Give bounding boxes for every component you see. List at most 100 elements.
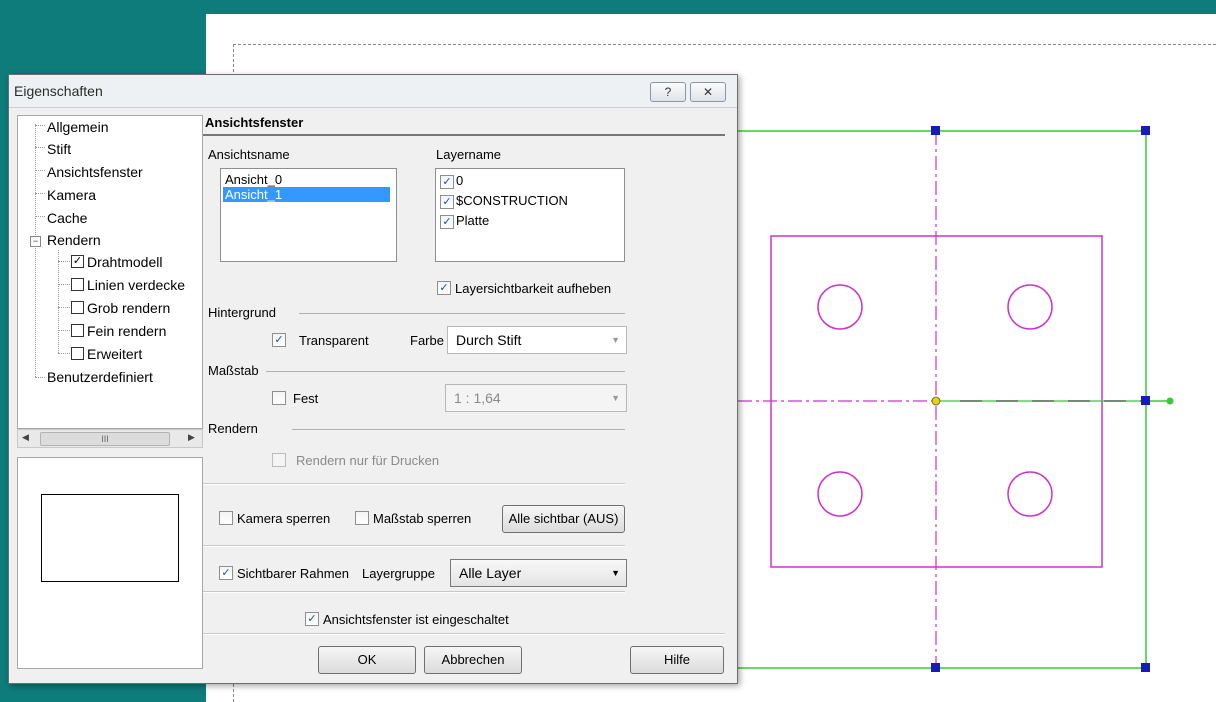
help-icon[interactable]: ? — [650, 82, 686, 102]
grip-handle[interactable] — [1141, 663, 1150, 672]
tree-guide — [35, 125, 45, 126]
section-divider — [203, 545, 625, 547]
scroll-right-icon[interactable]: ▶ — [188, 432, 195, 443]
hilfe-button[interactable]: Hilfe — [630, 646, 724, 674]
ansichtsname-label: Ansichtsname — [208, 147, 290, 162]
close-icon[interactable]: ✕ — [690, 82, 726, 102]
hole-circle[interactable] — [817, 284, 863, 330]
tree-guide — [35, 216, 45, 217]
tree-guide — [58, 353, 70, 354]
massstab-sperren-checkbox[interactable] — [355, 511, 369, 525]
layer-listbox[interactable]: ✓ 0 ✓ $CONSTRUCTION ✓ Platte — [435, 168, 625, 262]
tree-item-stift[interactable]: Stift — [47, 141, 71, 157]
massstab-value: 1 : 1,64 — [454, 390, 501, 406]
fein-rendern-checkbox[interactable] — [71, 324, 84, 337]
center-grip[interactable] — [931, 396, 941, 406]
kamera-sperren-label: Kamera sperren — [237, 511, 331, 526]
collapse-icon[interactable]: − — [30, 236, 41, 247]
kamera-sperren-checkbox[interactable] — [219, 511, 233, 525]
layer-visibility-label: Layersichtbarkeit aufheben — [455, 281, 612, 296]
erweitert-checkbox[interactable] — [71, 347, 84, 360]
category-tree[interactable]: Allgemein Stift Ansichtsfenster Kamera C… — [17, 115, 203, 429]
hole-circle[interactable] — [1007, 284, 1053, 330]
hole-circle[interactable] — [817, 471, 863, 517]
layer-construction-checkbox[interactable]: ✓ — [440, 195, 454, 209]
grip-handle[interactable] — [931, 663, 940, 672]
tree-item-grob-rendern[interactable]: Grob rendern — [87, 300, 170, 316]
alle-sichtbar-button[interactable]: Alle sichtbar (AUS) — [502, 505, 625, 533]
layername-label: Layername — [436, 147, 502, 162]
rotate-grip[interactable] — [1166, 397, 1174, 405]
tree-item-linien-verdecken[interactable]: Linien verdecke — [87, 277, 185, 293]
rendern-druck-checkbox[interactable] — [272, 453, 286, 467]
layer-visibility-checkbox[interactable]: ✓ — [437, 281, 451, 295]
linien-verdecken-checkbox[interactable] — [71, 278, 84, 291]
farbe-value: Durch Stift — [456, 332, 522, 348]
grip-handle[interactable] — [1141, 396, 1150, 405]
drahtmodell-checkbox[interactable]: ✓ — [71, 255, 84, 268]
chevron-down-icon: ▼ — [611, 393, 620, 403]
tree-item-drahtmodell[interactable]: Drahtmodell — [87, 254, 162, 270]
fest-checkbox[interactable] — [272, 391, 286, 405]
tree-guide — [35, 377, 45, 378]
chevron-down-icon: ▼ — [611, 568, 620, 578]
scroll-thumb[interactable]: III — [40, 432, 170, 446]
ansicht-listbox[interactable]: Ansicht_0 Ansicht_1 — [220, 168, 397, 262]
tree-guide — [35, 147, 45, 148]
viewport-preview — [17, 457, 203, 669]
dialog-title: Eigenschaften — [14, 83, 103, 99]
tree-item-kamera[interactable]: Kamera — [47, 187, 96, 203]
layer-item[interactable]: $CONSTRUCTION — [454, 193, 570, 208]
list-item-selected[interactable]: Ansicht_1 — [223, 187, 390, 202]
panel-title: Ansichtsfenster — [205, 115, 304, 130]
ok-button[interactable]: OK — [318, 646, 416, 674]
massstab-label: Maßstab — [208, 363, 259, 378]
fest-label: Fest — [293, 391, 319, 406]
tree-guide — [58, 261, 70, 262]
tree-item-fein-rendern[interactable]: Fein rendern — [87, 323, 166, 339]
sichtbarer-rahmen-checkbox[interactable]: ✓ — [219, 566, 233, 580]
tree-horizontal-scrollbar[interactable]: ◀ III ▶ — [17, 429, 203, 448]
tree-guide — [58, 330, 70, 331]
transparent-checkbox[interactable]: ✓ — [272, 333, 286, 347]
grip-handle[interactable] — [931, 126, 940, 135]
hole-circle[interactable] — [1007, 471, 1053, 517]
abbrechen-button[interactable]: Abbrechen — [424, 646, 522, 674]
tree-guide — [35, 124, 36, 377]
massstab-sperren-label: Maßstab sperren — [373, 511, 472, 526]
grob-rendern-checkbox[interactable] — [71, 301, 84, 314]
tree-guide — [35, 170, 45, 171]
section-divider — [266, 371, 625, 372]
rendern-druck-label: Rendern nur für Drucken — [296, 453, 440, 468]
scroll-left-icon[interactable]: ◀ — [22, 432, 29, 443]
tree-item-benutzerdefiniert[interactable]: Benutzerdefiniert — [47, 369, 153, 385]
grip-handle[interactable] — [1141, 126, 1150, 135]
tree-item-allgemein[interactable]: Allgemein — [47, 119, 108, 135]
list-item[interactable]: Ansicht_0 — [223, 172, 284, 187]
layer-item[interactable]: Platte — [454, 213, 491, 228]
farbe-dropdown[interactable]: Durch Stift ▼ — [447, 326, 627, 354]
section-divider — [299, 313, 625, 314]
preview-rectangle — [41, 494, 179, 582]
hintergrund-label: Hintergrund — [208, 305, 276, 320]
section-divider — [203, 483, 625, 485]
layergruppe-dropdown[interactable]: Alle Layer ▼ — [450, 559, 627, 587]
section-divider — [292, 429, 625, 430]
tree-item-erweitert[interactable]: Erweitert — [87, 346, 142, 362]
tree-item-cache[interactable]: Cache — [47, 210, 87, 226]
eingeschaltet-checkbox[interactable]: ✓ — [305, 612, 319, 626]
rendern-label: Rendern — [208, 421, 258, 436]
tree-guide — [58, 307, 70, 308]
layergruppe-value: Alle Layer — [459, 565, 522, 581]
transparent-label: Transparent — [299, 333, 369, 348]
layer-item[interactable]: 0 — [454, 173, 465, 188]
layer-0-checkbox[interactable]: ✓ — [440, 175, 454, 189]
tree-item-ansichtsfenster[interactable]: Ansichtsfenster — [47, 164, 143, 180]
layergruppe-label: Layergruppe — [362, 566, 435, 581]
massstab-dropdown[interactable]: 1 : 1,64 ▼ — [445, 384, 627, 412]
dialog-titlebar[interactable]: Eigenschaften ? ✕ — [9, 75, 737, 108]
properties-dialog: Eigenschaften ? ✕ Allgemein Stift Ansich… — [8, 74, 738, 684]
layer-platte-checkbox[interactable]: ✓ — [440, 215, 454, 229]
tree-item-rendern[interactable]: Rendern — [47, 232, 101, 248]
footer-divider — [203, 633, 725, 635]
